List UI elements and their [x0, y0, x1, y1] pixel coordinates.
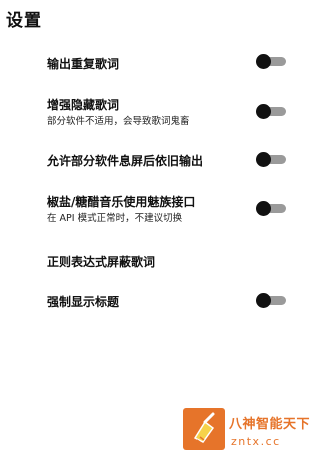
setting-subtitle: 在 API 模式正常时，不建议切换: [47, 213, 183, 224]
setting-title: 增强隐藏歌词: [47, 98, 120, 112]
setting-output-duplicate[interactable]: 输出重复歌词: [0, 50, 324, 76]
toggle-thumb: [256, 293, 271, 308]
setting-title: 输出重复歌词: [47, 57, 120, 71]
setting-enhance-hide[interactable]: 增强隐藏歌词 部分软件不适用，会导致歌词鬼畜: [0, 93, 324, 131]
setting-title: 允许部分软件息屏后依旧输出: [47, 154, 204, 168]
watermark-url: zntx.cc: [231, 435, 281, 448]
broom-logo-icon: [183, 408, 225, 450]
setting-force-title[interactable]: 强制显示标题: [0, 288, 324, 314]
toggle-thumb: [256, 152, 271, 167]
toggle-thumb: [256, 54, 271, 69]
setting-regex-block[interactable]: 正则表达式屏蔽歌词: [0, 248, 324, 274]
setting-title: 强制显示标题: [47, 295, 120, 309]
enhance-hide-toggle[interactable]: [256, 104, 286, 119]
meizu-api-toggle[interactable]: [256, 201, 286, 216]
watermark: 八神智能天下 zntx.cc: [183, 405, 324, 460]
setting-title: 正则表达式屏蔽歌词: [47, 255, 156, 269]
setting-meizu-api[interactable]: 椒盐/糖醋音乐使用魅族接口 在 API 模式正常时，不建议切换: [0, 190, 324, 228]
allow-screen-off-toggle[interactable]: [256, 152, 286, 167]
setting-title: 椒盐/糖醋音乐使用魅族接口: [47, 195, 196, 209]
watermark-text: 八神智能天下: [229, 417, 311, 432]
setting-subtitle: 部分软件不适用，会导致歌词鬼畜: [47, 116, 190, 127]
page-title: 设置: [6, 11, 42, 31]
setting-allow-screen-off[interactable]: 允许部分软件息屏后依旧输出: [0, 146, 324, 174]
force-title-toggle[interactable]: [256, 293, 286, 308]
toggle-thumb: [256, 104, 271, 119]
output-duplicate-toggle[interactable]: [256, 54, 286, 69]
toggle-thumb: [256, 201, 271, 216]
